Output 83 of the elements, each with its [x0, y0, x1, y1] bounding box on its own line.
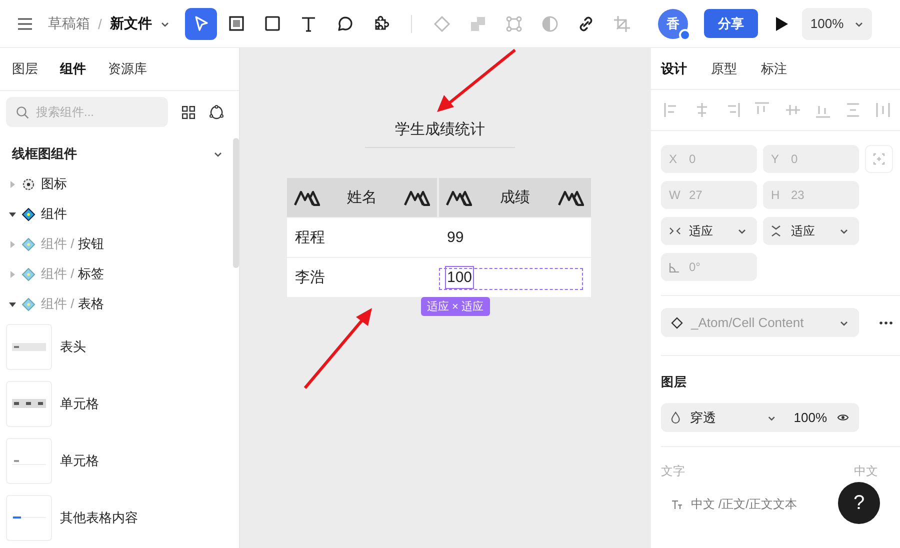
- logo-icon: [446, 190, 472, 206]
- text-style-icon: [671, 500, 683, 510]
- component-name[interactable]: 其他表格内容: [60, 509, 138, 527]
- tree-item-label[interactable]: 组件: [41, 205, 67, 223]
- expand-triangle-icon[interactable]: [9, 240, 16, 248]
- panel-tab[interactable]: 图层: [12, 60, 38, 78]
- play-icon[interactable]: [776, 16, 788, 30]
- component-icon: [22, 268, 35, 280]
- rectangle-icon: [263, 14, 283, 34]
- focus-icon[interactable]: [865, 145, 893, 173]
- zoom-dropdown[interactable]: 100%: [802, 8, 872, 40]
- tree-item-label[interactable]: 图标: [41, 175, 67, 193]
- section-title: 文字: [661, 463, 685, 480]
- section-title: 图层: [660, 374, 688, 391]
- field-label: W: [669, 188, 680, 202]
- share-button[interactable]: 分享: [704, 9, 758, 38]
- component-name[interactable]: 表头: [60, 338, 86, 356]
- expand-triangle-icon[interactable]: [9, 180, 16, 188]
- more-icon[interactable]: [879, 320, 893, 324]
- logo-icon: [294, 190, 320, 206]
- field-label: Y: [771, 152, 780, 166]
- collapse-triangle-icon[interactable]: [9, 300, 16, 308]
- grid-view-icon[interactable]: [182, 106, 195, 118]
- component-icon: [22, 238, 35, 250]
- bounding-box-icon: [504, 14, 524, 34]
- breadcrumb-link[interactable]: 草稿箱: [48, 14, 90, 32]
- half-circle-icon: [540, 14, 560, 34]
- crop-icon: [612, 14, 632, 34]
- component-name[interactable]: 单元格: [60, 395, 99, 413]
- align-icon[interactable]: [874, 101, 892, 119]
- column-header: 成绩: [500, 188, 530, 207]
- horizontal-resize-icon: [669, 227, 681, 235]
- text-style-dropdown[interactable]: 中文 /正文/正文文本: [691, 496, 798, 513]
- opacity-field[interactable]: 100%: [794, 410, 828, 425]
- diamond-icon: [671, 316, 683, 328]
- angle-icon: [669, 262, 680, 272]
- component-thumbnail[interactable]: [6, 495, 52, 541]
- field-label: H: [771, 188, 780, 202]
- user-avatar[interactable]: 香: [658, 8, 688, 38]
- component-icon: [22, 208, 35, 220]
- file-name[interactable]: 新文件: [110, 14, 152, 32]
- expand-triangle-icon[interactable]: [9, 270, 16, 278]
- drop-icon: [671, 411, 680, 424]
- help-button[interactable]: ?: [838, 482, 880, 524]
- tree-item-label[interactable]: 组件 / 按钮: [41, 235, 104, 253]
- eye-icon[interactable]: [837, 413, 850, 422]
- panel-tab[interactable]: 标注: [761, 60, 787, 78]
- field-label: X: [669, 152, 678, 166]
- breadcrumb-separator: /: [98, 16, 102, 32]
- component-thumbnail[interactable]: [6, 438, 52, 484]
- component-icon: [22, 298, 35, 310]
- speech-bubble-icon: [335, 14, 355, 34]
- table-cell[interactable]: 程程: [295, 228, 325, 247]
- table-cell[interactable]: 100: [446, 267, 474, 288]
- panel-tab[interactable]: 原型: [711, 60, 737, 78]
- panel-tab[interactable]: 设计: [661, 60, 687, 78]
- component-thumbnail[interactable]: [6, 381, 52, 427]
- size-badge: 适应 × 适应: [421, 297, 490, 316]
- panel-tab[interactable]: 资源库: [108, 60, 147, 78]
- language-label: 中文: [854, 463, 878, 480]
- canvas-title: 学生成绩统计: [365, 120, 515, 148]
- collapse-triangle-icon[interactable]: [9, 210, 16, 218]
- logo-icon: [558, 190, 584, 206]
- vertical-resize-icon: [771, 225, 781, 237]
- component-thumbnail[interactable]: [6, 324, 52, 370]
- diamond-icon: [432, 14, 452, 34]
- menu-icon[interactable]: [18, 18, 32, 30]
- component-library-icon[interactable]: [209, 104, 224, 120]
- component-name[interactable]: 单元格: [60, 452, 99, 470]
- tree-item-label[interactable]: 组件 / 表格: [41, 295, 104, 313]
- logo-icon: [404, 190, 430, 206]
- table-cell[interactable]: 99: [447, 229, 464, 246]
- column-header: 姓名: [347, 188, 377, 207]
- panel-tab[interactable]: 组件: [60, 60, 86, 78]
- resize-dropdown[interactable]: 适应: [763, 217, 859, 245]
- tree-item-label[interactable]: 组件 / 标签: [41, 265, 104, 283]
- frame-icon: [227, 14, 247, 34]
- resize-dropdown[interactable]: 适应: [661, 217, 757, 245]
- search-field[interactable]: 搜索组件...: [6, 97, 168, 127]
- section-title: 线框图组件: [12, 145, 77, 163]
- table-cell[interactable]: 李浩: [295, 268, 325, 287]
- blend-mode-dropdown[interactable]: 穿透: [690, 408, 757, 426]
- gear-icon: [22, 178, 35, 190]
